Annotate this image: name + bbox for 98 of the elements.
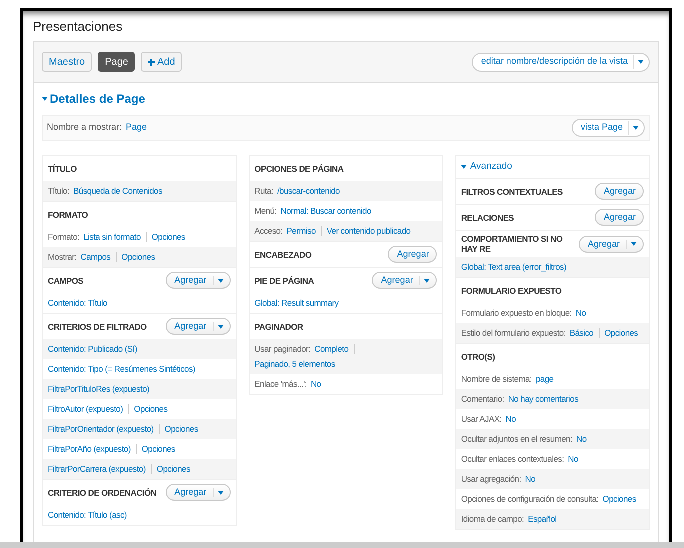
display-tab[interactable]: Maestro [42,52,92,72]
setting-link[interactable]: FiltroAutor (expuesto) [48,403,124,415]
display-tab[interactable]: Page [98,52,136,72]
setting-label: Ruta: [254,185,274,197]
page-title: Presentaciones [33,19,124,35]
setting-link[interactable]: FiltraPorTituloRes (expuesto) [48,383,150,395]
setting-link[interactable]: Básico [570,327,594,339]
view-split-button[interactable]: vista Page [572,119,645,137]
section-heading: CRITERIOS DE FILTRADO [48,322,147,332]
add-item-split-button[interactable]: Agregar [166,318,231,335]
setting-link[interactable]: No [568,453,578,465]
setting-link[interactable]: Opciones [152,231,186,243]
setting-label: Usar agregación: [461,473,522,485]
add-item-split-button[interactable]: Agregar [578,236,644,252]
setting-link[interactable]: Permiso [286,225,316,237]
setting-link[interactable]: Opciones [604,327,638,339]
setting-link[interactable]: No [576,433,587,445]
add-item-split-button[interactable]: Agregar [166,272,231,289]
add-item-split-button[interactable]: Agregar [372,272,438,289]
section-heading: CRITERIO DE ORDENACIÓN [48,488,157,498]
setting-label: Ocultar enlaces contextuales: [461,453,564,465]
display-name-link[interactable]: Page [126,121,148,135]
add-item-button[interactable]: Agregar [594,183,644,200]
section-heading: ENCABEZADO [254,250,312,260]
section-heading: FORMULARIO EXPUESTO [461,286,562,296]
setting-label: Acceso: [254,225,283,237]
section-heading: CAMPOS [48,276,84,286]
setting-link[interactable]: No [310,378,322,390]
setting-link[interactable]: Opciones [142,443,176,455]
setting-link[interactable]: /buscar-contenido [277,185,340,197]
setting-link[interactable]: FiltraPorOrientador (expuesto) [48,423,154,435]
setting-link[interactable]: No [506,413,516,425]
setting-link[interactable]: FiltrarPorCarrera (expuesto) [48,463,146,475]
add-item-button[interactable]: Agregar [594,209,644,226]
setting-label: Idioma de campo: [461,513,524,525]
caret-icon [633,126,639,130]
section-heading: PIE DE PÁGINA [254,276,314,286]
plus-icon [148,58,156,66]
setting-link[interactable]: Español [528,513,557,525]
setting-link[interactable]: No [525,473,536,485]
setting-link[interactable]: Contenido: Título [48,297,108,309]
setting-link[interactable]: Búsqueda de Contenidos [74,185,162,197]
add-display-button[interactable]: Add [141,52,182,72]
section-heading: COMPORTAMIENTO SI NO HAY RE [461,234,564,254]
setting-link[interactable]: Contenido: Título (asc) [48,509,127,521]
setting-link[interactable]: Lista sin formato [84,231,141,243]
setting-link[interactable]: Normal: Buscar contenido [280,205,372,217]
details-toggle[interactable]: Detalles de Page [42,92,146,106]
setting-label: Mostrar: [48,251,77,263]
setting-link[interactable]: Campos [80,251,111,263]
section-heading: RELACIONES [461,212,514,222]
setting-label: Menú: [254,205,277,217]
caret-icon [218,490,224,494]
section-heading: FILTROS CONTEXTUALES [461,186,563,196]
caret-icon [461,165,468,169]
section-heading: TÍTULO [48,164,77,174]
caret-icon [424,278,430,282]
add-item-button[interactable]: Agregar [388,246,438,263]
setting-link[interactable]: FiltraPorAño (expuesto) [48,443,131,455]
setting-link[interactable]: Opciones [156,463,190,475]
caret-icon [218,324,224,328]
setting-link[interactable]: Opciones [134,403,168,415]
setting-link[interactable]: page [536,373,554,385]
setting-label: Nombre de sistema: [461,373,532,385]
setting-label: Opciones de configuración de consulta: [461,493,599,505]
setting-link[interactable]: Opciones [602,493,636,505]
setting-label: Ocultar adjuntos en el resumen: [461,433,573,445]
caret-icon [218,278,224,282]
setting-label: Usar AJAX: [461,413,502,425]
section-heading: OPCIONES DE PÁGINA [254,164,344,174]
section-heading: FORMATO [48,210,88,220]
caret-icon [42,97,48,101]
setting-link[interactable]: Completo [314,343,349,355]
display-name-label: Nombre a mostrar: [47,121,122,134]
section-heading: OTRO(S) [461,352,496,362]
add-item-split-button[interactable]: Agregar [166,484,231,501]
setting-label: Comentario: [461,393,504,405]
setting-link[interactable]: Contenido: Publicado (Sí) [48,343,138,355]
setting-link[interactable]: Paginado, 5 elementos [254,358,336,370]
setting-link[interactable]: Global: Result summary [254,297,339,309]
setting-link[interactable]: Contenido: Tipo (= Resúmenes Sintéticos) [48,363,196,375]
setting-label: Título: [48,185,70,197]
setting-label: Formulario expuesto en bloque: [461,307,572,319]
advanced-toggle[interactable]: Avanzado [456,156,518,178]
caret-icon [638,60,644,64]
setting-link[interactable]: No [576,307,586,319]
setting-link[interactable]: No hay comentarios [508,393,579,405]
section-heading: PAGINADOR [254,322,304,332]
caret-icon [631,242,637,246]
setting-label: Usar paginador: [254,343,311,355]
setting-link[interactable]: Opciones [122,251,156,263]
setting-link[interactable]: Global: Text area (error_filtros) [461,261,567,273]
setting-label: Formato: [48,231,80,243]
setting-label: Estilo del formulario expuesto: [461,327,566,339]
setting-link[interactable]: Ver contenido publicado [326,225,411,237]
setting-label: Enlace 'más...': [254,378,307,390]
setting-link[interactable]: Opciones [164,423,198,435]
edit-view-split-button[interactable]: editar nombre/descripción de la vista [472,52,650,72]
